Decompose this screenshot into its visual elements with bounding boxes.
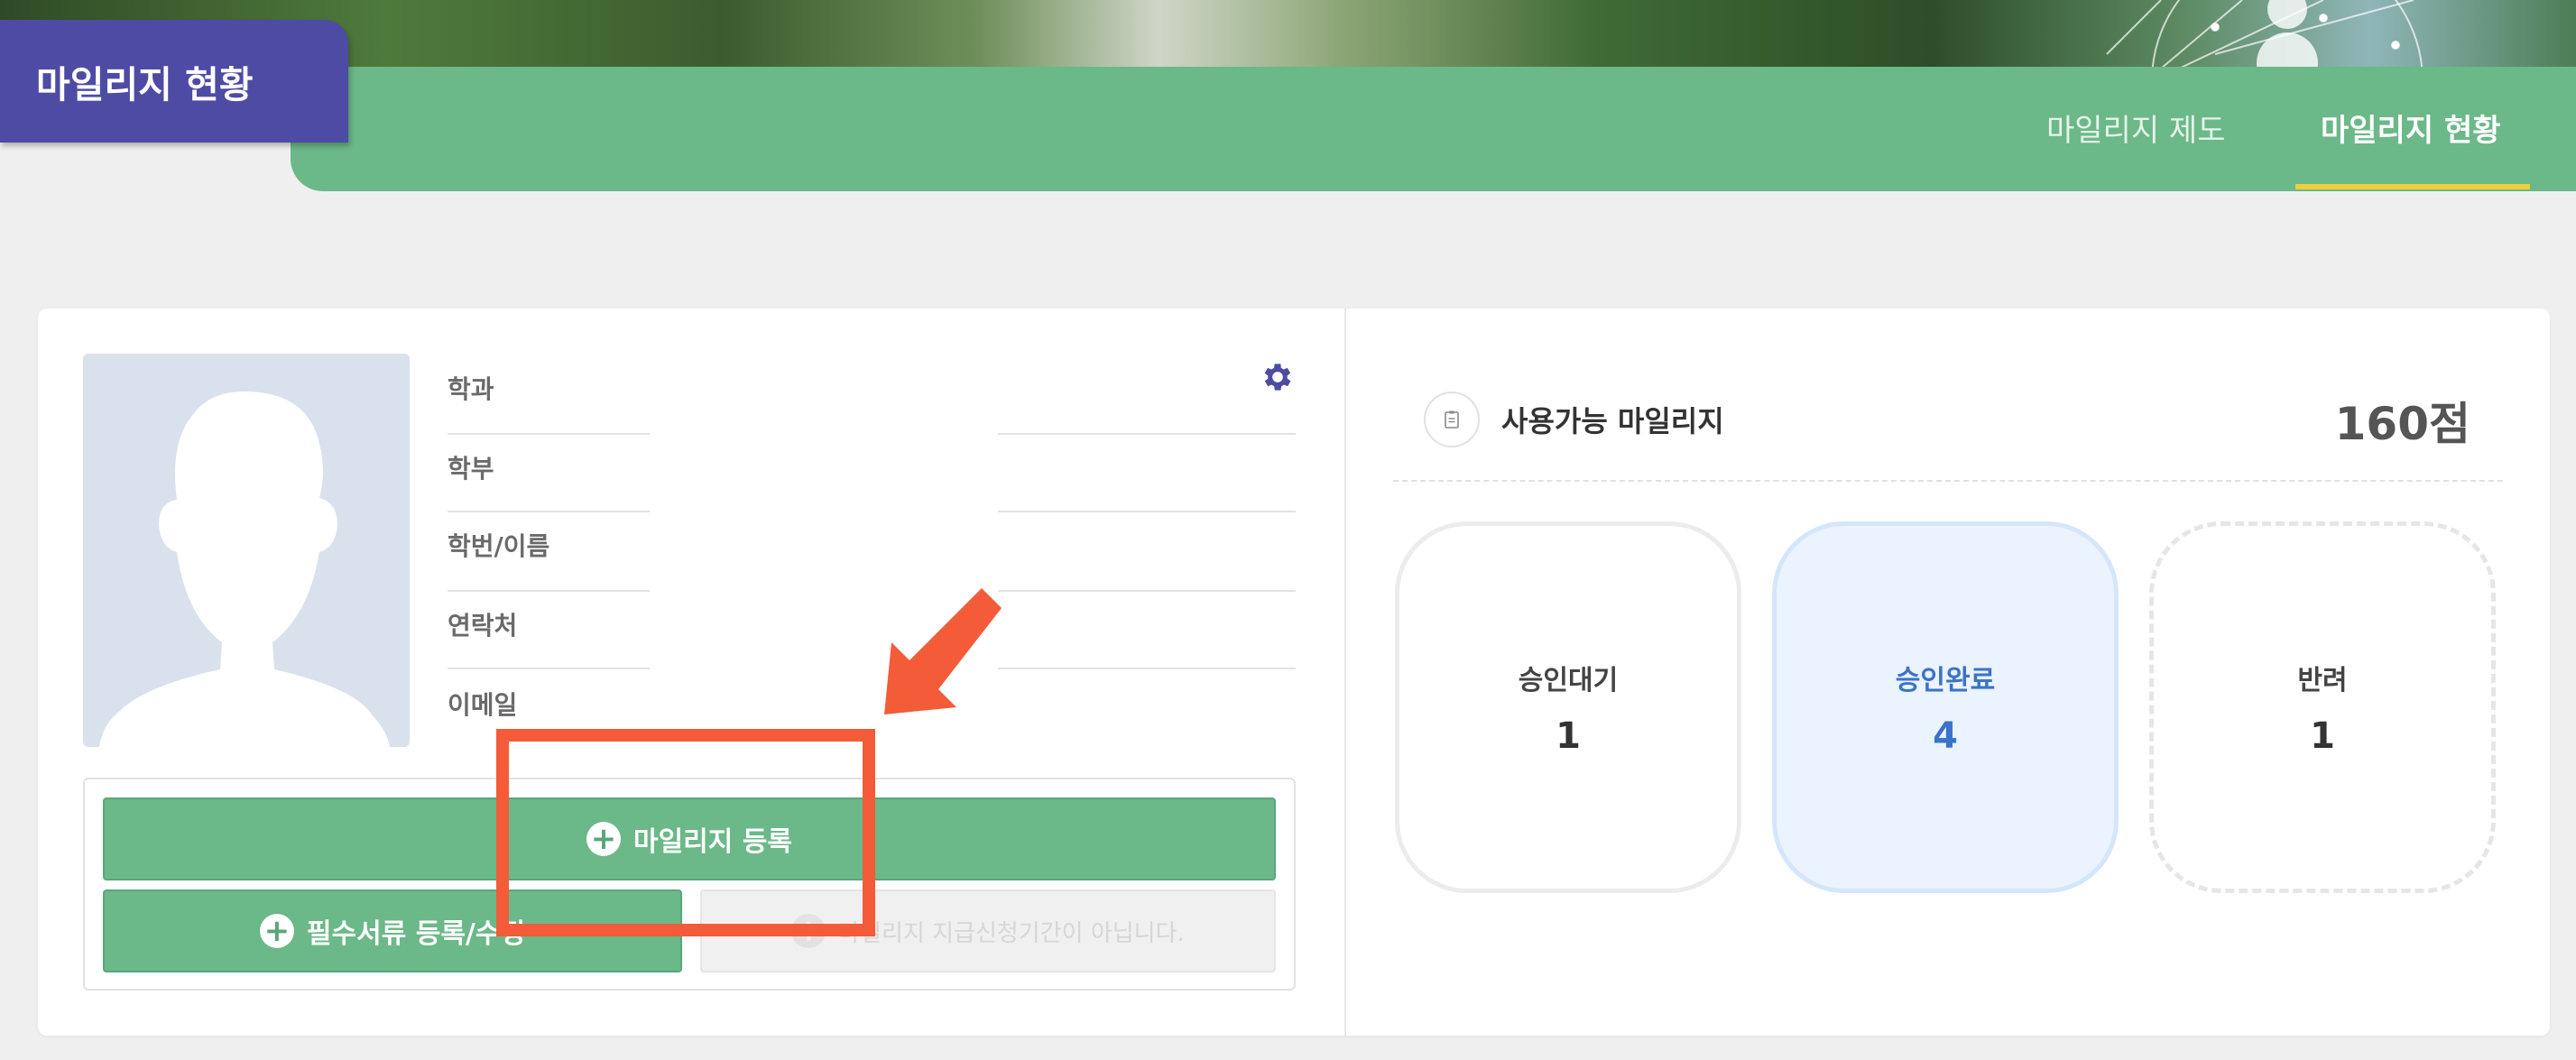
summary-divider: [1393, 480, 2503, 482]
gear-icon[interactable]: [1260, 359, 1296, 395]
globe-network-graphic: [2106, 0, 2424, 69]
register-documents-label: 필수서류 등록/수정: [306, 918, 526, 950]
status-rejected-card[interactable]: 반려 1: [2149, 521, 2496, 893]
nav-mileage-status[interactable]: 마일리지 현황: [2321, 112, 2501, 159]
profile-avatar: [83, 354, 410, 747]
annotation-highlight-box: [496, 729, 875, 936]
nav-active-underline: [2295, 184, 2530, 189]
available-mileage-label: 사용가능 마일리지: [1501, 404, 1724, 438]
header-banner-image: [0, 0, 2576, 69]
person-silhouette-icon: [99, 391, 390, 747]
payment-request-disabled-label: 마일리지 지급신청기간이 아닙니다.: [838, 919, 1185, 947]
row-divider: [448, 433, 650, 435]
available-mileage-value: 160점: [2334, 398, 2470, 450]
status-approved-count: 4: [1933, 715, 1958, 757]
row-divider: [998, 668, 1296, 669]
status-approved-card[interactable]: 승인완료 4: [1772, 521, 2119, 893]
nav-mileage-system[interactable]: 마일리지 제도: [2046, 112, 2226, 159]
field-label-department: 학과: [448, 374, 494, 404]
status-pending-card[interactable]: 승인대기 1: [1395, 521, 1741, 893]
row-divider: [998, 511, 1296, 512]
status-approved-label: 승인완료: [1895, 665, 1996, 696]
row-divider: [448, 511, 650, 512]
clipboard-icon: [1424, 392, 1480, 447]
status-rejected-count: 1: [2310, 715, 2335, 757]
annotation-arrow-icon: [884, 588, 1002, 714]
page-title: 마일리지 현황: [0, 20, 348, 143]
row-divider: [998, 590, 1296, 592]
field-label-faculty: 학부: [448, 454, 494, 484]
card-divider: [1344, 309, 1346, 1036]
field-label-contact: 연락처: [448, 611, 518, 641]
status-rejected-label: 반려: [2297, 665, 2348, 696]
status-pending-label: 승인대기: [1518, 665, 1619, 696]
field-label-student-id-name: 학번/이름: [448, 531, 550, 561]
field-label-email: 이메일: [448, 690, 518, 720]
row-divider: [998, 433, 1296, 435]
row-divider: [448, 590, 650, 592]
mileage-card: 학과 학부 학번/이름 연락처 이메일 + 마일리지 등록 + 필수서류 등록/…: [38, 309, 2550, 1036]
top-navbar: [291, 67, 2576, 191]
row-divider: [448, 668, 650, 669]
plus-icon: +: [259, 914, 294, 948]
status-pending-count: 1: [1556, 715, 1581, 757]
